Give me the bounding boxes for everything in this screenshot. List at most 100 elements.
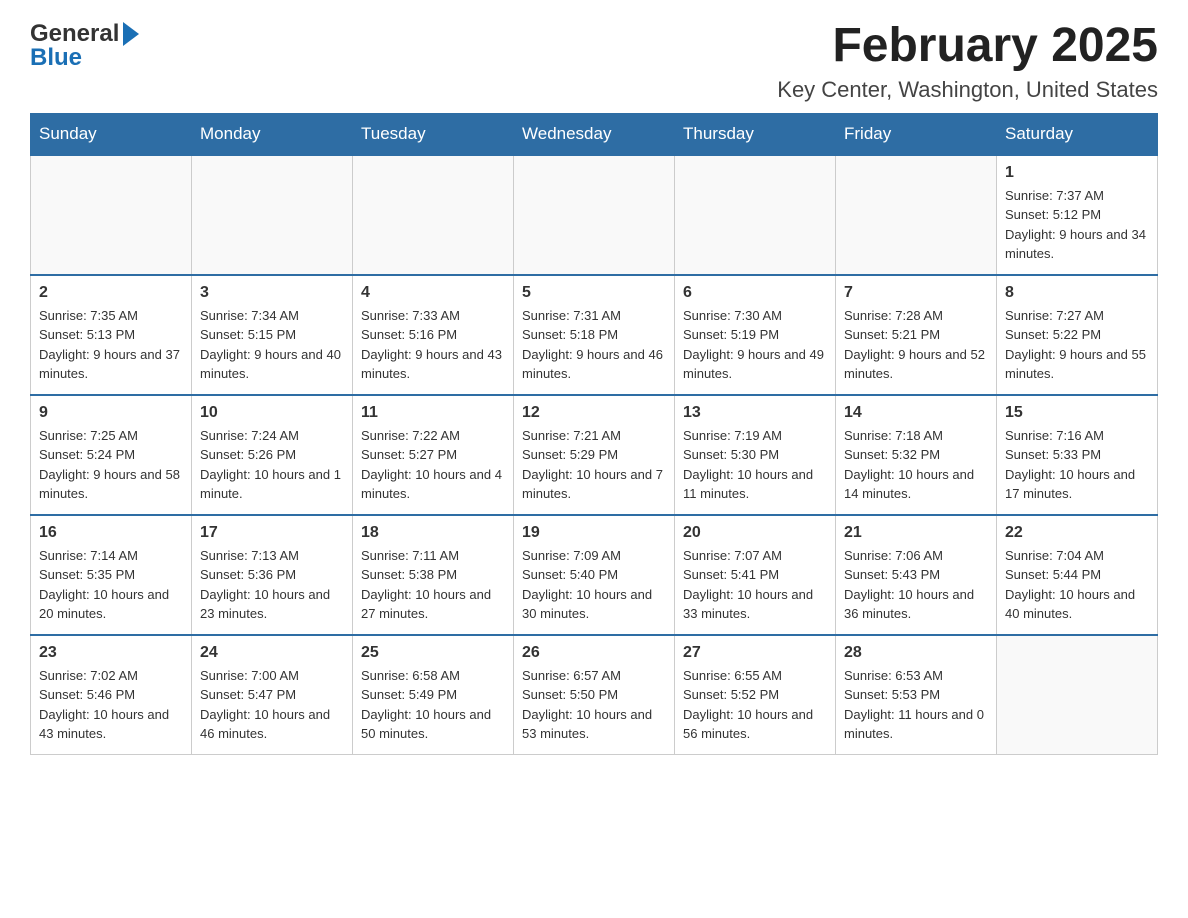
calendar-week-row: 1 Sunrise: 7:37 AM Sunset: 5:12 PM Daylig… xyxy=(31,155,1158,275)
day-info: Sunrise: 7:09 AM Sunset: 5:40 PM Dayligh… xyxy=(522,546,666,624)
calendar-week-row: 16 Sunrise: 7:14 AM Sunset: 5:35 PM Dayli… xyxy=(31,515,1158,635)
day-info: Sunrise: 7:22 AM Sunset: 5:27 PM Dayligh… xyxy=(361,426,505,504)
calendar-header-tuesday: Tuesday xyxy=(353,113,514,155)
day-number: 26 xyxy=(522,644,666,662)
logo-blue: Blue xyxy=(30,44,139,72)
day-info: Sunrise: 7:37 AM Sunset: 5:12 PM Dayligh… xyxy=(1005,186,1149,264)
day-info: Sunrise: 7:24 AM Sunset: 5:26 PM Dayligh… xyxy=(200,426,344,504)
calendar-header-friday: Friday xyxy=(836,113,997,155)
day-number: 4 xyxy=(361,284,505,302)
calendar-cell xyxy=(675,155,836,275)
day-number: 20 xyxy=(683,524,827,542)
day-info: Sunrise: 7:27 AM Sunset: 5:22 PM Dayligh… xyxy=(1005,306,1149,384)
calendar-header-wednesday: Wednesday xyxy=(514,113,675,155)
day-info: Sunrise: 6:57 AM Sunset: 5:50 PM Dayligh… xyxy=(522,666,666,744)
calendar-cell xyxy=(353,155,514,275)
day-info: Sunrise: 7:21 AM Sunset: 5:29 PM Dayligh… xyxy=(522,426,666,504)
calendar-cell: 16 Sunrise: 7:14 AM Sunset: 5:35 PM Dayli… xyxy=(31,515,192,635)
day-info: Sunrise: 7:06 AM Sunset: 5:43 PM Dayligh… xyxy=(844,546,988,624)
day-number: 12 xyxy=(522,404,666,422)
day-info: Sunrise: 7:35 AM Sunset: 5:13 PM Dayligh… xyxy=(39,306,183,384)
day-info: Sunrise: 6:55 AM Sunset: 5:52 PM Dayligh… xyxy=(683,666,827,744)
calendar-cell: 11 Sunrise: 7:22 AM Sunset: 5:27 PM Dayli… xyxy=(353,395,514,515)
day-number: 24 xyxy=(200,644,344,662)
day-info: Sunrise: 7:02 AM Sunset: 5:46 PM Dayligh… xyxy=(39,666,183,744)
day-number: 21 xyxy=(844,524,988,542)
calendar-cell: 19 Sunrise: 7:09 AM Sunset: 5:40 PM Dayli… xyxy=(514,515,675,635)
day-number: 11 xyxy=(361,404,505,422)
day-info: Sunrise: 7:19 AM Sunset: 5:30 PM Dayligh… xyxy=(683,426,827,504)
calendar-cell: 23 Sunrise: 7:02 AM Sunset: 5:46 PM Dayli… xyxy=(31,635,192,755)
calendar-cell: 20Sunrise: 7:07 AM Sunset: 5:41 PM Dayli… xyxy=(675,515,836,635)
calendar-cell xyxy=(514,155,675,275)
calendar-week-row: 2 Sunrise: 7:35 AM Sunset: 5:13 PM Daylig… xyxy=(31,275,1158,395)
day-number: 3 xyxy=(200,284,344,302)
calendar-cell: 1 Sunrise: 7:37 AM Sunset: 5:12 PM Daylig… xyxy=(997,155,1158,275)
day-info: Sunrise: 7:16 AM Sunset: 5:33 PM Dayligh… xyxy=(1005,426,1149,504)
calendar-cell: 22 Sunrise: 7:04 AM Sunset: 5:44 PM Dayli… xyxy=(997,515,1158,635)
calendar-cell: 25 Sunrise: 6:58 AM Sunset: 5:49 PM Dayli… xyxy=(353,635,514,755)
day-number: 16 xyxy=(39,524,183,542)
day-number: 7 xyxy=(844,284,988,302)
day-number: 25 xyxy=(361,644,505,662)
day-number: 27 xyxy=(683,644,827,662)
calendar-cell: 26 Sunrise: 6:57 AM Sunset: 5:50 PM Dayli… xyxy=(514,635,675,755)
location-title: Key Center, Washington, United States xyxy=(777,77,1158,103)
calendar-cell xyxy=(836,155,997,275)
calendar-cell: 6 Sunrise: 7:30 AM Sunset: 5:19 PM Daylig… xyxy=(675,275,836,395)
day-number: 8 xyxy=(1005,284,1149,302)
calendar-cell: 4 Sunrise: 7:33 AM Sunset: 5:16 PM Daylig… xyxy=(353,275,514,395)
calendar-cell: 12 Sunrise: 7:21 AM Sunset: 5:29 PM Dayli… xyxy=(514,395,675,515)
calendar-cell: 8 Sunrise: 7:27 AM Sunset: 5:22 PM Daylig… xyxy=(997,275,1158,395)
day-info: Sunrise: 7:04 AM Sunset: 5:44 PM Dayligh… xyxy=(1005,546,1149,624)
calendar-cell: 15 Sunrise: 7:16 AM Sunset: 5:33 PM Dayli… xyxy=(997,395,1158,515)
calendar-cell: 13 Sunrise: 7:19 AM Sunset: 5:30 PM Dayli… xyxy=(675,395,836,515)
day-info: Sunrise: 7:00 AM Sunset: 5:47 PM Dayligh… xyxy=(200,666,344,744)
logo-blue-text: Blue xyxy=(30,44,82,72)
day-info: Sunrise: 7:11 AM Sunset: 5:38 PM Dayligh… xyxy=(361,546,505,624)
calendar-cell xyxy=(192,155,353,275)
day-number: 9 xyxy=(39,404,183,422)
calendar-table: SundayMondayTuesdayWednesdayThursdayFrid… xyxy=(30,113,1158,756)
day-number: 17 xyxy=(200,524,344,542)
day-info: Sunrise: 7:34 AM Sunset: 5:15 PM Dayligh… xyxy=(200,306,344,384)
day-info: Sunrise: 7:13 AM Sunset: 5:36 PM Dayligh… xyxy=(200,546,344,624)
day-number: 2 xyxy=(39,284,183,302)
calendar-cell: 3 Sunrise: 7:34 AM Sunset: 5:15 PM Daylig… xyxy=(192,275,353,395)
calendar-cell: 5 Sunrise: 7:31 AM Sunset: 5:18 PM Daylig… xyxy=(514,275,675,395)
logo: General Blue xyxy=(30,20,139,72)
day-info: Sunrise: 7:30 AM Sunset: 5:19 PM Dayligh… xyxy=(683,306,827,384)
calendar-cell: 24 Sunrise: 7:00 AM Sunset: 5:47 PM Dayli… xyxy=(192,635,353,755)
calendar-header-monday: Monday xyxy=(192,113,353,155)
day-number: 14 xyxy=(844,404,988,422)
day-info: Sunrise: 7:28 AM Sunset: 5:21 PM Dayligh… xyxy=(844,306,988,384)
day-info: Sunrise: 6:58 AM Sunset: 5:49 PM Dayligh… xyxy=(361,666,505,744)
day-info: Sunrise: 7:14 AM Sunset: 5:35 PM Dayligh… xyxy=(39,546,183,624)
calendar-cell: 10Sunrise: 7:24 AM Sunset: 5:26 PM Dayli… xyxy=(192,395,353,515)
calendar-cell: 28Sunrise: 6:53 AM Sunset: 5:53 PM Dayli… xyxy=(836,635,997,755)
day-number: 22 xyxy=(1005,524,1149,542)
day-number: 1 xyxy=(1005,164,1149,182)
calendar-cell: 21 Sunrise: 7:06 AM Sunset: 5:43 PM Dayli… xyxy=(836,515,997,635)
logo-arrow-icon xyxy=(123,22,139,46)
day-info: Sunrise: 7:25 AM Sunset: 5:24 PM Dayligh… xyxy=(39,426,183,504)
calendar-cell: 18 Sunrise: 7:11 AM Sunset: 5:38 PM Dayli… xyxy=(353,515,514,635)
day-number: 23 xyxy=(39,644,183,662)
month-title: February 2025 xyxy=(777,20,1158,73)
day-number: 19 xyxy=(522,524,666,542)
calendar-header-saturday: Saturday xyxy=(997,113,1158,155)
calendar-header-sunday: Sunday xyxy=(31,113,192,155)
day-number: 13 xyxy=(683,404,827,422)
day-info: Sunrise: 7:33 AM Sunset: 5:16 PM Dayligh… xyxy=(361,306,505,384)
day-number: 18 xyxy=(361,524,505,542)
day-number: 6 xyxy=(683,284,827,302)
calendar-cell xyxy=(31,155,192,275)
day-number: 15 xyxy=(1005,404,1149,422)
page-header: General Blue February 2025 Key Center, W… xyxy=(30,20,1158,103)
calendar-week-row: 23 Sunrise: 7:02 AM Sunset: 5:46 PM Dayli… xyxy=(31,635,1158,755)
day-number: 5 xyxy=(522,284,666,302)
calendar-cell xyxy=(997,635,1158,755)
day-info: Sunrise: 7:31 AM Sunset: 5:18 PM Dayligh… xyxy=(522,306,666,384)
calendar-header-row: SundayMondayTuesdayWednesdayThursdayFrid… xyxy=(31,113,1158,155)
calendar-cell: 9 Sunrise: 7:25 AM Sunset: 5:24 PM Daylig… xyxy=(31,395,192,515)
